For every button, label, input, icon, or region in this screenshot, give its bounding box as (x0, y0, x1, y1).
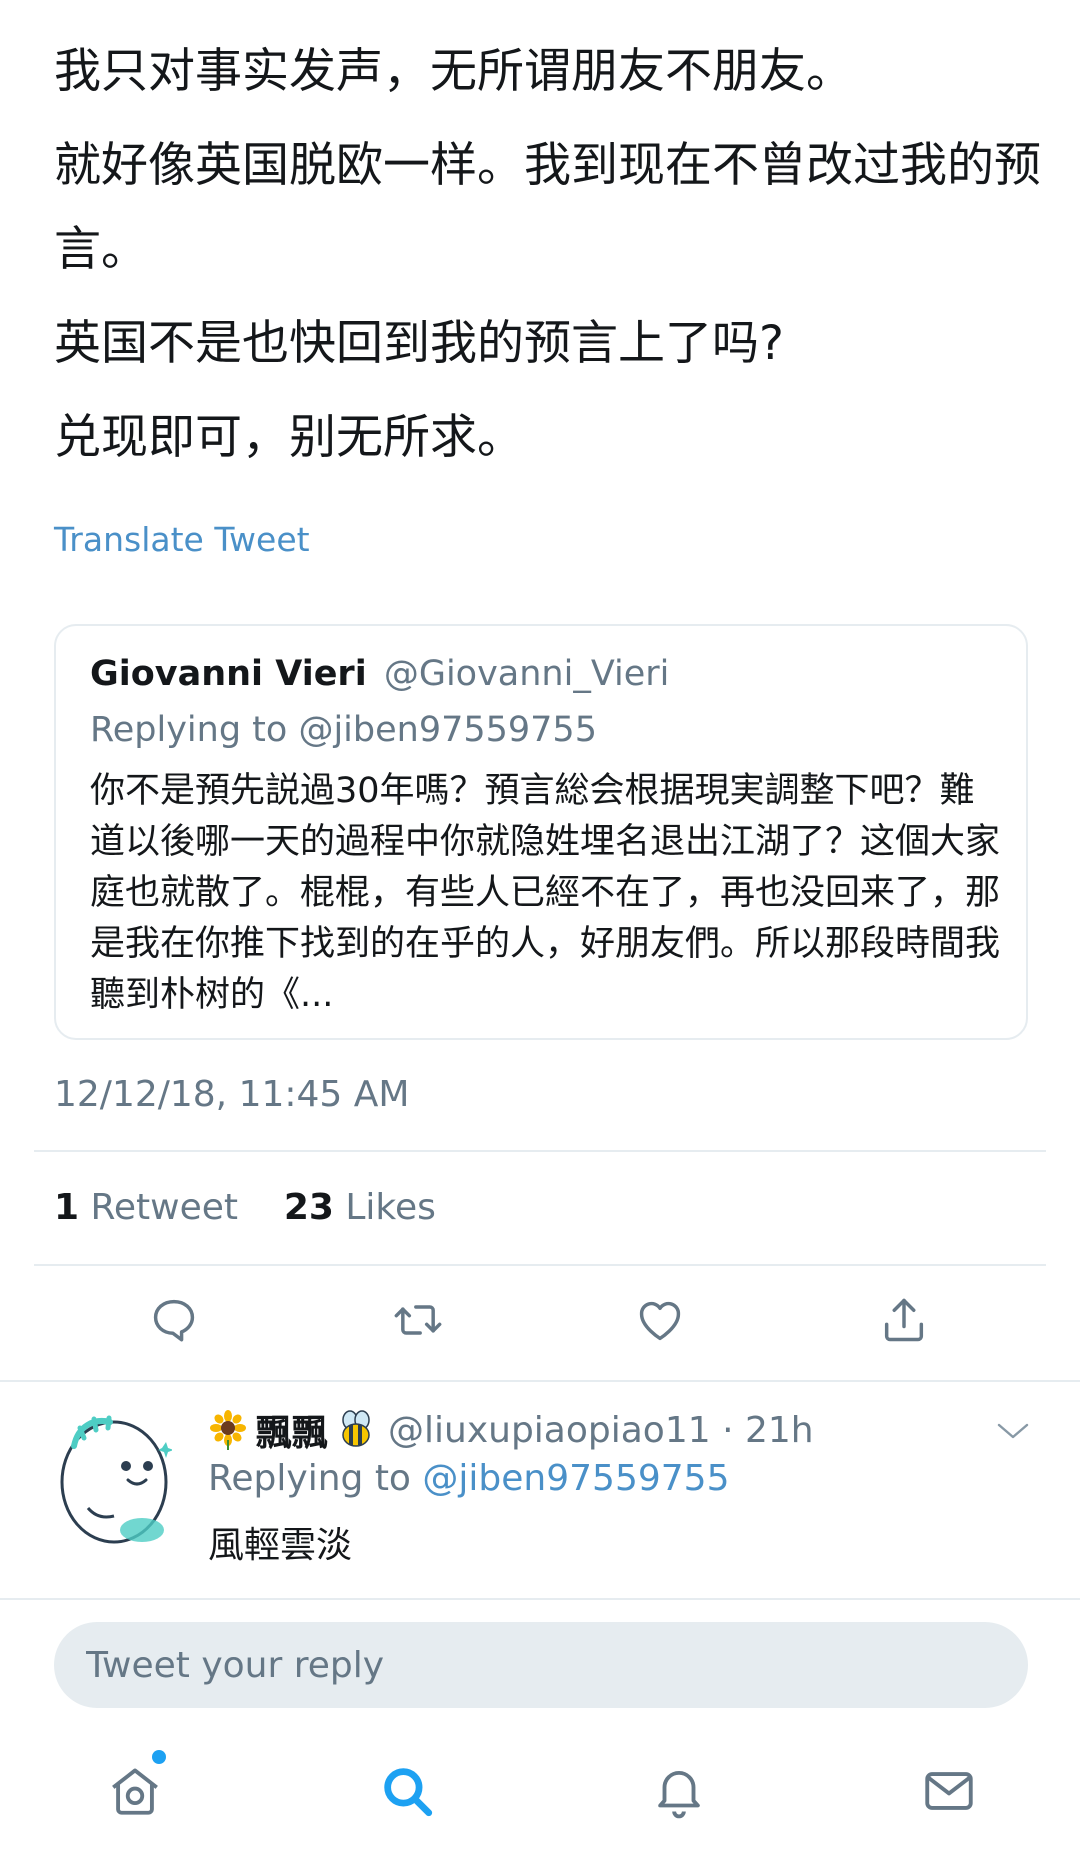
bottom-tab-bar (0, 1750, 1080, 1856)
divider (0, 1380, 1080, 1382)
like-icon (639, 1301, 681, 1341)
tweet-paragraph-3: 英国不是也快回到我的预言上了吗? (54, 316, 784, 371)
reply-icon (153, 1299, 195, 1342)
tab-home[interactable] (102, 1758, 168, 1824)
reply-input[interactable] (54, 1622, 1028, 1708)
reply-handle-time: @liuxupiaopiao11 · 21h (388, 1409, 814, 1451)
tab-notifications[interactable] (646, 1758, 712, 1824)
reply-composer[interactable] (54, 1622, 1028, 1708)
share-button[interactable] (874, 1290, 934, 1350)
retweet-label: Retweet (90, 1187, 239, 1228)
share-icon (884, 1298, 924, 1342)
notifications-icon (658, 1771, 700, 1819)
tweet-paragraph-4: 兑现即可，别无所求。 (54, 410, 524, 465)
replying-to-label: Replying to (208, 1458, 411, 1499)
sunflower-icon (210, 1410, 246, 1450)
quoted-tweet-author-handle: @Giovanni_Vieri (383, 654, 670, 694)
reply-author-name: 飄飄 (256, 1413, 329, 1454)
quoted-tweet-replying-to: Replying to @jiben97559755 (90, 710, 597, 750)
likes-label: Likes (345, 1187, 436, 1228)
reply-header: 飄飄 @liuxupiaopiao11 · 21h (208, 1404, 814, 1456)
avatar[interactable] (54, 1408, 172, 1548)
replying-to-mention[interactable]: @jiben97559755 (422, 1458, 729, 1499)
like-button[interactable] (630, 1290, 690, 1350)
retweet-count: 1 (54, 1187, 80, 1228)
quoted-tweet-header: Giovanni Vieri @Giovanni_Vieri (90, 654, 669, 694)
quoted-tweet-card[interactable]: Giovanni Vieri @Giovanni_Vieri Replying … (54, 624, 1028, 1040)
retweet-icon (394, 1305, 442, 1335)
likes-stat[interactable]: 23 Likes (284, 1187, 436, 1228)
bee-icon (342, 1410, 370, 1447)
reply-replying-to: Replying to @jiben97559755 (208, 1458, 729, 1499)
translate-tweet-link[interactable]: Translate Tweet (54, 520, 310, 559)
tweet-text: 我只对事实发声，无所谓朋友不朋友。 就好像英国脱欧一样。我到现在不曾改过我的预言… (54, 30, 1044, 490)
tab-search[interactable] (374, 1758, 440, 1824)
messages-icon (925, 1772, 973, 1810)
tab-messages[interactable] (916, 1758, 982, 1824)
retweet-button[interactable] (388, 1290, 448, 1350)
reply-button[interactable] (144, 1290, 204, 1350)
divider (34, 1264, 1046, 1266)
chevron-down-icon[interactable] (996, 1420, 1030, 1442)
reply-text: 風輕雲淡 (208, 1525, 353, 1566)
quoted-tweet-author-name: Giovanni Vieri (90, 654, 367, 694)
likes-count: 23 (283, 1187, 334, 1228)
home-icon (112, 1768, 158, 1815)
tweet-paragraph-2: 就好像英国脱欧一样。我到现在不曾改过我的预言。 (54, 138, 1041, 277)
search-icon (384, 1768, 433, 1817)
retweet-stat[interactable]: 1 Retweet (54, 1187, 238, 1228)
notification-dot (152, 1750, 166, 1764)
quoted-tweet-text: 你不是預先説過30年嗎？預言総会根据現実調整下吧？難道以後哪一天的過程中你就隐姓… (90, 771, 1001, 1015)
tweet-paragraph-1: 我只对事实发声，无所谓朋友不朋友。 (54, 44, 853, 99)
tweet-action-bar (0, 1290, 1080, 1360)
tweet-stats: 1 Retweet 23 Likes (54, 1187, 436, 1228)
divider (34, 1150, 1046, 1152)
tweet-timestamp: 12/12/18, 11:45 AM (54, 1074, 410, 1115)
reply-tweet[interactable]: 飄飄 @liuxupiaopiao11 · 21h Replying to @j… (0, 1384, 1080, 1596)
divider (0, 1598, 1080, 1600)
